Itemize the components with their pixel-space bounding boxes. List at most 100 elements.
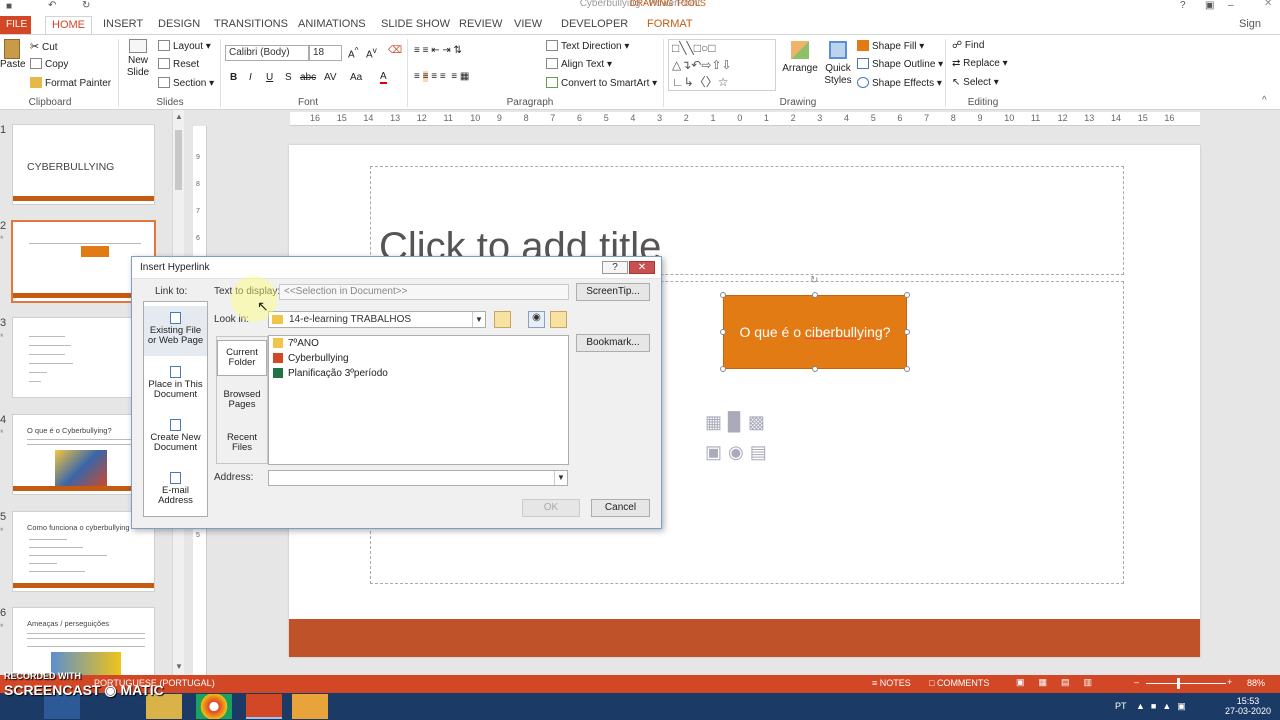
tab-transitions[interactable]: TRANSITIONS bbox=[208, 16, 294, 34]
text-direction-button[interactable]: Text Direction ▾ bbox=[546, 40, 629, 52]
increase-font-button[interactable]: A^ bbox=[348, 45, 359, 60]
browse-file-icon[interactable] bbox=[550, 311, 567, 328]
change-case-button[interactable]: Aa bbox=[350, 72, 362, 83]
zoom-in-icon[interactable]: + bbox=[1227, 677, 1232, 687]
shape-fill-button[interactable]: Shape Fill ▾ bbox=[857, 40, 924, 52]
view-buttons[interactable]: ▣▦▤▥ bbox=[1016, 677, 1106, 688]
comments-button[interactable]: □ COMMENTS bbox=[929, 678, 989, 688]
zoom-slider-thumb[interactable] bbox=[1177, 678, 1180, 689]
list-item[interactable]: Cyberbullying bbox=[273, 353, 349, 364]
link-create-new-document[interactable]: Create New Document bbox=[144, 415, 207, 465]
browsed-pages-tab[interactable]: Browsed Pages bbox=[217, 383, 267, 419]
picture-icon[interactable]: ▣ bbox=[705, 442, 728, 462]
minimize-icon[interactable]: – bbox=[1228, 0, 1234, 11]
convert-smartart-button[interactable]: Convert to SmartArt ▾ bbox=[546, 77, 657, 89]
underline-button[interactable]: U bbox=[266, 72, 273, 83]
quick-styles-button[interactable]: Quick Styles bbox=[822, 41, 854, 87]
tab-slide-show[interactable]: SLIDE SHOW bbox=[375, 16, 456, 34]
rotate-handle-icon[interactable]: ↻ bbox=[810, 275, 818, 286]
zoom-out-icon[interactable]: – bbox=[1134, 677, 1139, 687]
font-name-combo[interactable]: Calibri (Body) bbox=[225, 45, 309, 61]
bullets-button[interactable]: ≡ ≡ ⇤ ⇥ ⇅ bbox=[414, 45, 462, 56]
browse-web-icon[interactable]: ◉ bbox=[528, 311, 545, 328]
replace-button[interactable]: ⇄ Replace ▾ bbox=[952, 58, 1008, 69]
list-item[interactable]: Planificação 3ºperíodo bbox=[273, 368, 388, 379]
chart-icon[interactable]: ▉ bbox=[728, 412, 748, 432]
cancel-button[interactable]: Cancel bbox=[591, 499, 650, 517]
powerpoint-taskbar-icon[interactable] bbox=[246, 694, 282, 719]
redo-icon[interactable]: ↻ bbox=[82, 0, 90, 11]
list-item[interactable]: 7ºANO bbox=[273, 338, 319, 349]
save-icon[interactable]: ■ bbox=[6, 1, 12, 12]
clock[interactable]: 15:53 27-03-2020 bbox=[1224, 696, 1272, 716]
shapes-gallery[interactable]: □╲╲□○□ △↴↶⇨⇧⇩ ∟↳〈〉☆ bbox=[668, 39, 776, 91]
paste-button[interactable]: Paste bbox=[0, 39, 26, 70]
tab-file[interactable]: FILE bbox=[0, 16, 31, 34]
tab-review[interactable]: REVIEW bbox=[453, 16, 508, 34]
link-email-address[interactable]: E-mail Address bbox=[144, 468, 207, 516]
link-place-in-document[interactable]: Place in This Document bbox=[144, 362, 207, 412]
slide-thumbnail-6[interactable]: Ameaças / perseguições bbox=[12, 607, 155, 675]
slide-thumbnail-1[interactable]: CYBERBULLYING bbox=[12, 124, 155, 205]
close-window-icon[interactable]: ✕ bbox=[1264, 0, 1272, 9]
help-button[interactable]: ? bbox=[602, 261, 628, 274]
resize-handle[interactable] bbox=[720, 329, 726, 335]
tab-insert[interactable]: INSERT bbox=[97, 16, 149, 34]
resize-handle[interactable] bbox=[812, 366, 818, 372]
zoom-slider[interactable] bbox=[1146, 683, 1226, 684]
font-color-button[interactable]: A bbox=[380, 71, 387, 84]
resize-handle[interactable] bbox=[720, 366, 726, 372]
selected-shape[interactable]: O que é o ciberbullying? bbox=[723, 295, 907, 369]
text-to-display-field[interactable]: <<Selection in Document>> bbox=[279, 284, 569, 300]
tab-developer[interactable]: DEVELOPER bbox=[555, 16, 634, 34]
content-insert-icons[interactable]: ▦▉▩ ▣◉▤ bbox=[705, 407, 773, 467]
strikethrough-button[interactable]: abc bbox=[300, 72, 316, 83]
reset-button[interactable]: Reset bbox=[158, 58, 199, 70]
online-picture-icon[interactable]: ◉ bbox=[728, 442, 750, 462]
link-existing-file[interactable]: Existing File or Web Page bbox=[144, 306, 207, 356]
collapse-ribbon-icon[interactable]: ^ bbox=[1262, 95, 1267, 106]
shadow-button[interactable]: S bbox=[285, 72, 292, 83]
screencast-taskbar-icon[interactable] bbox=[292, 694, 328, 719]
italic-button[interactable]: I bbox=[249, 72, 252, 83]
bold-button[interactable]: B bbox=[230, 72, 237, 83]
language-indicator[interactable]: PT bbox=[1115, 701, 1127, 711]
notes-button[interactable]: ≡ NOTES bbox=[872, 678, 911, 688]
shape-outline-button[interactable]: Shape Outline ▾ bbox=[857, 58, 943, 70]
recent-files-tab[interactable]: Recent Files bbox=[217, 426, 267, 462]
tab-animations[interactable]: ANIMATIONS bbox=[292, 16, 372, 34]
tab-design[interactable]: DESIGN bbox=[152, 16, 206, 34]
video-icon[interactable]: ▤ bbox=[750, 442, 773, 462]
align-text-button[interactable]: Align Text ▾ bbox=[546, 58, 612, 70]
look-in-dropdown[interactable]: 14-e-learning TRABALHOS ▼ bbox=[268, 311, 486, 328]
align-buttons[interactable]: ≡ ≡ ≡ ≡ ≡ ▦ bbox=[414, 71, 469, 82]
arrange-button[interactable]: Arrange bbox=[782, 41, 818, 75]
address-input[interactable]: ▼ bbox=[268, 470, 568, 486]
layout-button[interactable]: Layout ▾ bbox=[158, 40, 211, 52]
new-slide-button[interactable]: New Slide bbox=[124, 39, 152, 79]
scroll-down-icon[interactable]: ▼ bbox=[175, 662, 183, 671]
smartart-icon[interactable]: ▩ bbox=[748, 412, 771, 432]
cut-button[interactable]: ✂ Cut bbox=[30, 40, 58, 53]
tab-home[interactable]: HOME bbox=[45, 16, 92, 34]
format-painter-button[interactable]: Format Painter bbox=[30, 77, 111, 89]
clear-formatting-icon[interactable]: ⌫ bbox=[388, 45, 402, 56]
zoom-level[interactable]: 88% bbox=[1247, 678, 1265, 688]
help-icon[interactable]: ? bbox=[1180, 0, 1186, 11]
ribbon-options-icon[interactable]: ▣ bbox=[1205, 0, 1214, 11]
resize-handle[interactable] bbox=[904, 329, 910, 335]
resize-handle[interactable] bbox=[904, 366, 910, 372]
find-button[interactable]: ☍ Find bbox=[952, 40, 984, 51]
chrome-icon[interactable] bbox=[196, 694, 232, 719]
table-icon[interactable]: ▦ bbox=[705, 412, 728, 432]
shape-effects-button[interactable]: Shape Effects ▾ bbox=[857, 77, 942, 89]
up-folder-icon[interactable] bbox=[494, 311, 511, 328]
resize-handle[interactable] bbox=[720, 292, 726, 298]
undo-icon[interactable]: ↶ bbox=[48, 0, 56, 11]
sign-in-link[interactable]: Sign bbox=[1233, 16, 1267, 34]
decrease-font-button[interactable]: Av bbox=[366, 45, 377, 60]
bookmark-button[interactable]: Bookmark... bbox=[576, 334, 650, 352]
select-button[interactable]: ↖ Select ▾ bbox=[952, 77, 999, 88]
resize-handle[interactable] bbox=[812, 292, 818, 298]
tab-format[interactable]: FORMAT bbox=[641, 16, 699, 34]
